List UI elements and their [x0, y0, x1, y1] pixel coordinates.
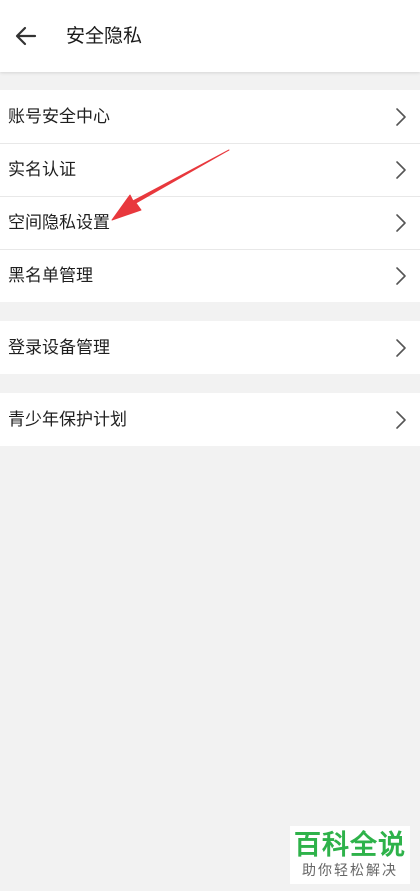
settings-item-account-security[interactable]: 账号安全中心 — [0, 90, 420, 143]
app-header: 安全隐私 — [0, 0, 420, 72]
watermark-subtitle: 助你轻松解决 — [302, 863, 398, 879]
watermark-title: 百科全说 — [294, 830, 406, 861]
chevron-right-icon — [394, 265, 408, 287]
settings-item-label: 空间隐私设置 — [8, 212, 110, 233]
settings-group-youth: 青少年保护计划 — [0, 393, 420, 446]
settings-item-space-privacy[interactable]: 空间隐私设置 — [0, 196, 420, 249]
back-button[interactable] — [6, 16, 46, 56]
settings-group-devices: 登录设备管理 — [0, 321, 420, 374]
settings-item-login-devices[interactable]: 登录设备管理 — [0, 321, 420, 374]
chevron-right-icon — [394, 409, 408, 431]
settings-item-label: 青少年保护计划 — [8, 409, 127, 430]
chevron-right-icon — [394, 159, 408, 181]
chevron-right-icon — [394, 106, 408, 128]
settings-item-label: 实名认证 — [8, 159, 76, 180]
watermark-logo: 百科全说 助你轻松解决 — [290, 826, 410, 884]
page-title: 安全隐私 — [66, 25, 143, 47]
chevron-right-icon — [394, 212, 408, 234]
settings-item-label: 黑名单管理 — [8, 265, 93, 286]
settings-item-real-name[interactable]: 实名认证 — [0, 143, 420, 196]
settings-group-account: 账号安全中心 实名认证 空间隐私设置 黑名单管理 — [0, 90, 420, 302]
settings-item-youth-protection[interactable]: 青少年保护计划 — [0, 393, 420, 446]
chevron-right-icon — [394, 337, 408, 359]
arrow-left-icon — [15, 26, 37, 46]
settings-item-label: 账号安全中心 — [8, 106, 110, 127]
settings-page: 安全隐私 账号安全中心 实名认证 空间隐私设置 黑名单管理 登录设备管理 青少年… — [0, 0, 420, 891]
settings-item-blacklist[interactable]: 黑名单管理 — [0, 249, 420, 302]
settings-item-label: 登录设备管理 — [8, 337, 110, 358]
